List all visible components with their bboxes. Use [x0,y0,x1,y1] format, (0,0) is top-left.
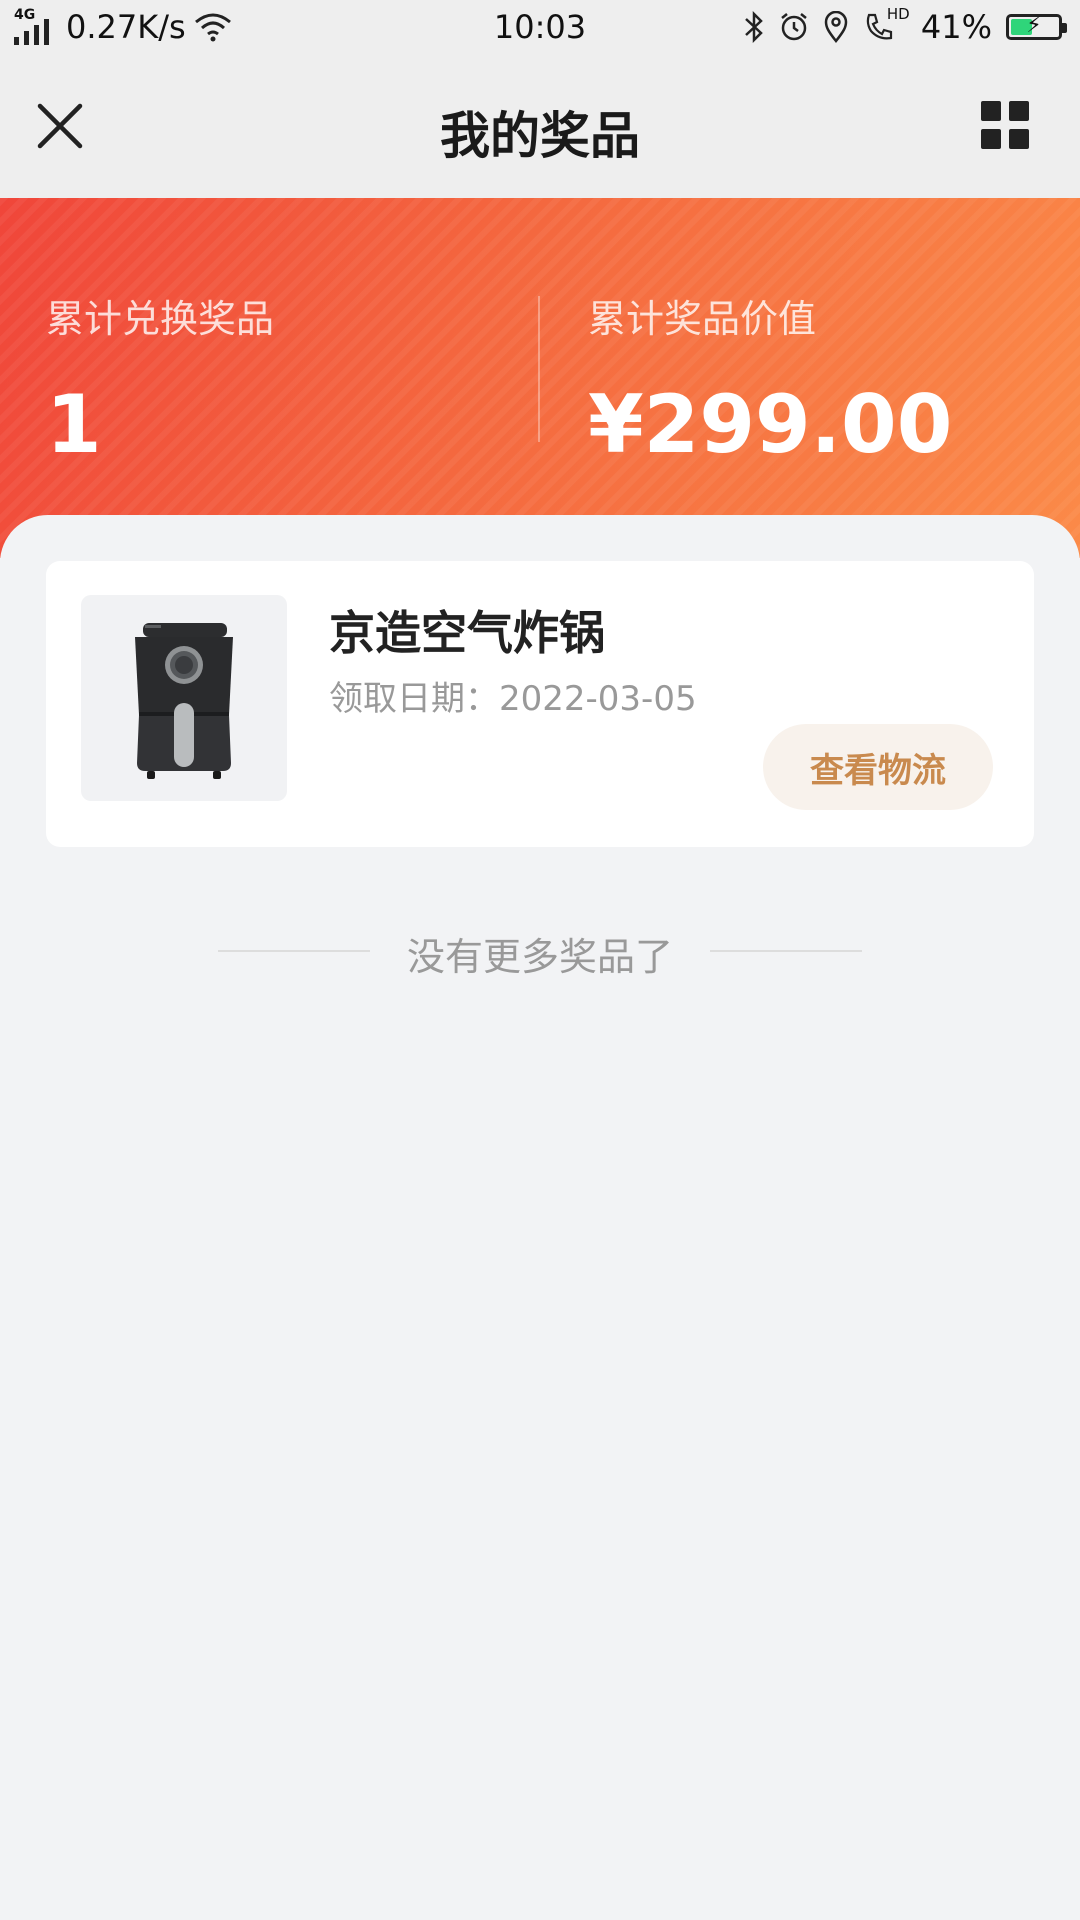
total-prizes-value: 1 [46,378,102,471]
total-value-amount: ¥299.00 [588,378,953,471]
location-icon [824,11,848,43]
prize-image[interactable] [81,595,287,801]
divider-right [710,950,862,952]
charging-bolt-icon: ⚡ [1026,13,1042,38]
total-value-stat: 累计奖品价值 ¥299.00 [588,288,952,465]
list-end-indicator: 没有更多奖品了 [0,920,1080,980]
page-title: 我的奖品 [440,107,640,165]
stat-divider [538,296,540,442]
view-logistics-button[interactable]: 查看物流 [763,724,993,810]
prize-name: 京造空气炸锅 [329,606,605,660]
battery-icon: ⚡ [1006,13,1067,40]
prize-claim-date: 领取日期：2022-03-05 [329,679,697,719]
prize-card[interactable]: 京造空气炸锅 领取日期：2022-03-05 查看物流 [46,561,1034,847]
prize-list-panel: 京造空气炸锅 领取日期：2022-03-05 查看物流 没有更多奖品了 [0,515,1080,1920]
bluetooth-icon [745,11,763,43]
no-more-prizes-text: 没有更多奖品了 [406,935,673,979]
total-prizes-label: 累计兑换奖品 [46,297,275,341]
hd-call-icon: HD [863,5,910,43]
grid-menu-icon[interactable] [980,100,1030,150]
status-right: HD 41% ⚡ [743,5,1067,46]
nav-bar: 我的奖品 [0,58,1080,199]
alarm-icon [781,13,807,41]
battery-percent: 41% [920,8,992,46]
total-value-label: 累计奖品价值 [588,297,817,341]
total-prizes-stat: 累计兑换奖品 1 [46,288,274,465]
hd-call-label: HD [886,5,910,23]
status-bar: 4G 0.27K/s 10:03 HD 41% ⚡ [0,0,1080,58]
summary-banner: 累计兑换奖品 1 累计奖品价值 ¥299.00 [0,198,1080,558]
